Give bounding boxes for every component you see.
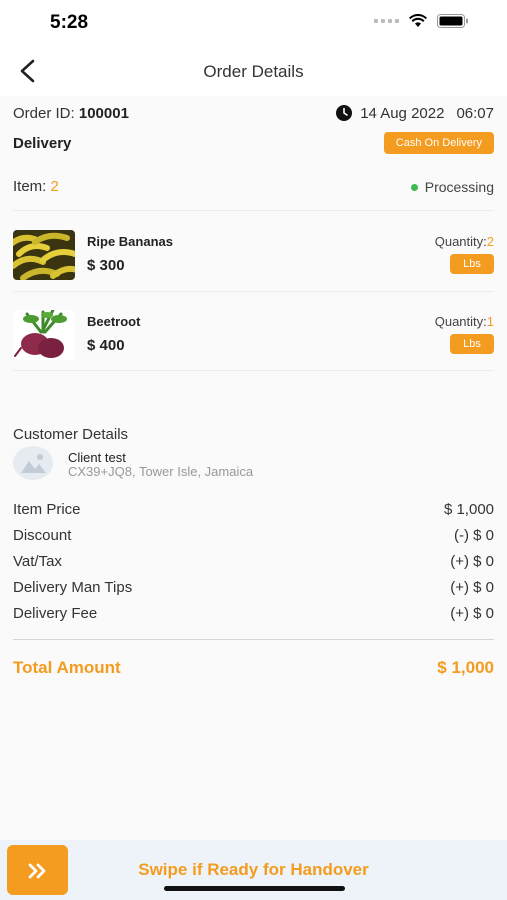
product-quantity: Quantity:2 (435, 234, 494, 249)
summary-value: $ 1,000 (443, 501, 494, 518)
order-id-value: 100001 (78, 104, 129, 122)
total-value: $ 1,000 (437, 658, 494, 677)
summary-row: Item Price $ 1,000 (13, 501, 494, 518)
page-title: Order Details (203, 62, 304, 81)
customer-address: CX39+JQ8, Tower Isle, Jamaica (68, 464, 254, 479)
order-type-row: Delivery Cash On Delivery (13, 132, 494, 154)
order-id-row: Order ID: 100001 14 Aug 2022 06:07 (13, 104, 494, 122)
avatar-placeholder-icon (13, 446, 53, 480)
order-time: 06:07 (456, 104, 494, 122)
status-icons (374, 14, 469, 28)
divider (13, 639, 494, 640)
product-item[interactable]: Ripe Bananas $ 300 Quantity:2 Lbs (13, 230, 494, 290)
clock-icon (336, 105, 353, 121)
total-label: Total Amount (13, 658, 121, 677)
item-count: Item: 2 (13, 178, 59, 195)
item-count-value: 2 (50, 178, 59, 195)
unit-badge[interactable]: Lbs (450, 334, 494, 354)
summary-value: (+) $ 0 (450, 553, 494, 570)
unit-badge[interactable]: Lbs (450, 254, 494, 274)
quantity-label: Quantity: (434, 314, 487, 329)
summary-value: (+) $ 0 (450, 605, 494, 622)
order-status: Processing (410, 178, 494, 195)
summary-label: Vat/Tax (13, 553, 62, 570)
beetroot-image (13, 310, 75, 360)
product-price: $ 300 (87, 257, 125, 274)
status-dot-icon (410, 184, 418, 192)
order-datetime: 14 Aug 2022 06:07 (335, 104, 494, 122)
divider (13, 210, 494, 211)
divider (13, 370, 494, 371)
summary-row: Delivery Fee (+) $ 0 (13, 605, 494, 622)
divider (13, 291, 494, 292)
summary-label: Delivery Fee (13, 605, 98, 622)
customer-details-title: Customer Details (13, 426, 129, 443)
swipe-handover-bar[interactable]: Swipe if Ready for Handover (0, 840, 507, 900)
order-details-content: Order ID: 100001 14 Aug 2022 06:07 Deliv… (0, 96, 507, 840)
order-date: 14 Aug 2022 (360, 104, 445, 122)
summary-label: Discount (13, 527, 72, 544)
item-count-label: Item: (13, 178, 47, 195)
summary-row: Discount (-) $ 0 (13, 527, 494, 544)
summary-value: (+) $ 0 (450, 579, 494, 596)
quantity-label: Quantity: (434, 234, 487, 249)
order-type: Delivery (13, 134, 72, 152)
product-item[interactable]: Beetroot $ 400 Quantity:1 Lbs (13, 310, 494, 370)
swipe-label: Swipe if Ready for Handover (138, 860, 369, 879)
summary-label: Item Price (13, 501, 81, 518)
wifi-icon (409, 14, 427, 27)
order-items-status-row: Item: 2 Processing (13, 178, 494, 195)
battery-icon (437, 14, 468, 28)
quantity-value: 1 (486, 314, 494, 329)
summary-label: Delivery Man Tips (13, 579, 133, 596)
app-header: Order Details (0, 46, 507, 96)
signal-icon (374, 19, 399, 23)
order-status-label: Processing (424, 178, 494, 195)
status-bar: 5:28 (0, 0, 507, 46)
summary-row: Vat/Tax (+) $ 0 (13, 553, 494, 570)
product-name: Ripe Bananas (87, 234, 173, 249)
order-id: Order ID: 100001 (13, 105, 129, 122)
quantity-value: 2 (486, 234, 494, 249)
customer-name: Client test (68, 450, 126, 465)
total-amount-row: Total Amount $ 1,000 (13, 658, 494, 678)
status-time: 5:28 (50, 12, 89, 33)
product-name: Beetroot (87, 314, 141, 329)
order-id-label: Order ID: (13, 104, 75, 122)
product-price: $ 400 (87, 337, 125, 354)
payment-method-badge[interactable]: Cash On Delivery (383, 132, 494, 154)
summary-row: Delivery Man Tips (+) $ 0 (13, 579, 494, 596)
product-quantity: Quantity:1 (435, 314, 494, 329)
summary-value: (-) $ 0 (453, 527, 494, 544)
bananas-image (13, 230, 75, 280)
home-indicator (164, 886, 345, 891)
